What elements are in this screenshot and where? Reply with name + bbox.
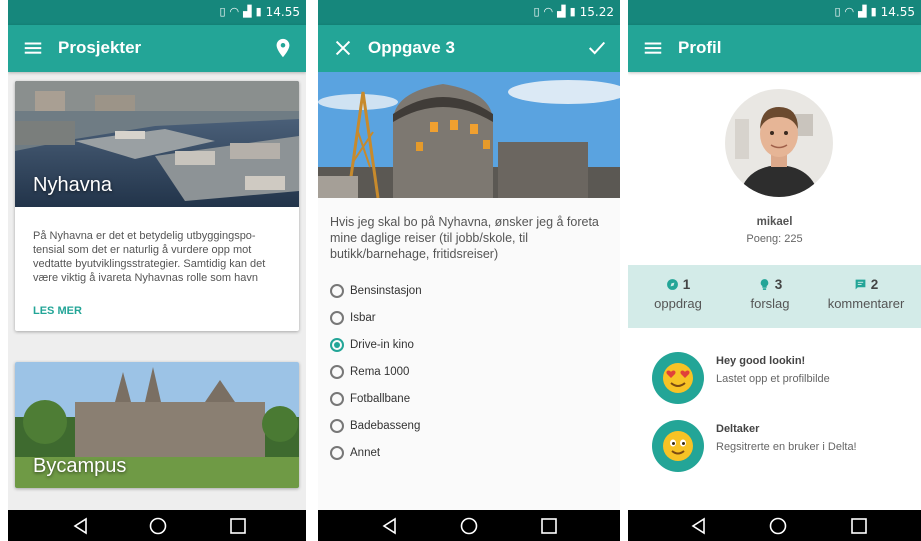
option-isbar[interactable]: Isbar	[330, 304, 422, 331]
question-text: Hvis jeg skal bo på Nyhavna, ønsker jeg …	[330, 215, 599, 261]
back-icon[interactable]	[380, 516, 400, 536]
check-icon[interactable]	[586, 37, 608, 59]
option-fotballbane[interactable]: Fotballbane	[330, 385, 422, 412]
lightbulb-icon	[760, 279, 768, 290]
page-title: Profil	[678, 38, 722, 57]
option-badebasseng[interactable]: Badebasseng	[330, 412, 422, 439]
achievement-title: Hey good lookin!	[716, 355, 806, 367]
system-nav-bar	[8, 510, 306, 541]
home-icon[interactable]	[148, 516, 168, 536]
recents-icon[interactable]	[228, 516, 248, 536]
home-icon[interactable]	[768, 516, 788, 536]
menu-icon[interactable]	[642, 37, 664, 59]
status-bar: ▯ ◠ ▟ ▮ 15.22	[318, 0, 620, 25]
username: mikael	[756, 216, 793, 228]
home-icon[interactable]	[459, 516, 479, 536]
battery-icon: ▮	[255, 5, 262, 18]
comment-icon	[855, 279, 866, 290]
close-icon[interactable]	[332, 37, 354, 59]
signal-icon: ▟	[243, 5, 252, 18]
back-icon[interactable]	[689, 516, 709, 536]
signal-icon: ▟	[858, 5, 867, 18]
status-bar: ▯ ◠ ▟ ▮ 14.55	[8, 0, 306, 25]
radio-button[interactable]	[330, 391, 344, 406]
stat-suggestions[interactable]: 3 forslag	[740, 277, 800, 311]
signal-icon: ▟	[557, 5, 566, 18]
vibrate-icon: ▯	[533, 5, 540, 18]
option-annet[interactable]: Annet	[330, 439, 422, 466]
projects-screen: ▯ ◠ ▟ ▮ 14.55 Prosjekter Nyhavna På Nyha…	[8, 0, 306, 541]
clock: 14.55	[880, 5, 915, 19]
status-bar: ▯ ◠ ▟ ▮ 14.55	[628, 0, 921, 25]
profile-screen: ▯ ◠ ▟ ▮ 14.55 Profil mikael Poeng: 225 1…	[628, 0, 921, 541]
vibrate-icon: ▯	[219, 5, 226, 18]
achievement-title: Deltaker	[716, 423, 760, 435]
back-icon[interactable]	[71, 516, 91, 536]
wifi-icon: ◠	[229, 5, 240, 18]
radio-button[interactable]	[330, 445, 344, 460]
achievement-description: Lastet opp et profilbilde	[716, 373, 830, 385]
recents-icon[interactable]	[539, 516, 559, 536]
page-title: Oppgave 3	[368, 38, 455, 57]
battery-icon: ▮	[569, 5, 576, 18]
menu-icon[interactable]	[22, 37, 44, 59]
option-drive-in-kino[interactable]: Drive-in kino	[330, 331, 422, 358]
app-bar: Oppgave 3	[318, 25, 620, 72]
project-image-harbor: Nyhavna	[15, 81, 299, 207]
project-image-campus: Bycampus	[15, 362, 299, 488]
radio-button-selected[interactable]	[330, 337, 344, 352]
card-description: På Nyhavna er det et betydelig utbygging…	[33, 230, 267, 287]
system-nav-bar	[628, 510, 921, 541]
vibrate-icon: ▯	[834, 5, 841, 18]
app-bar: Prosjekter	[8, 25, 306, 72]
clock: 14.55	[265, 5, 300, 19]
achievement-item[interactable]: Deltaker Regsitrerte en bruker i Delta!	[628, 420, 921, 480]
wifi-icon: ◠	[844, 5, 855, 18]
radio-button[interactable]	[330, 364, 344, 379]
battery-icon: ▮	[870, 5, 877, 18]
page-title: Prosjekter	[58, 38, 142, 57]
project-card-nyhavna[interactable]: Nyhavna På Nyhavna er det et betydelig u…	[15, 81, 299, 331]
card-title: Bycampus	[33, 455, 127, 477]
card-title: Nyhavna	[33, 174, 112, 196]
app-bar: Profil	[628, 25, 921, 72]
stats-bar: 1 oppdrag 3 forslag 2 kommentarer	[628, 265, 921, 328]
avatar[interactable]	[725, 89, 833, 197]
wifi-icon: ◠	[543, 5, 554, 18]
option-rema-1000[interactable]: Rema 1000	[330, 358, 422, 385]
achievement-item[interactable]: Hey good lookin! Lastet opp et profilbil…	[628, 352, 921, 412]
read-more-link[interactable]: LES MER	[15, 287, 299, 331]
compass-icon	[666, 279, 678, 290]
answer-options: Bensinstasjon Isbar Drive-in kino Rema 1…	[330, 277, 422, 466]
radio-button[interactable]	[330, 310, 344, 325]
system-nav-bar	[318, 510, 620, 541]
task-image-tower	[318, 72, 620, 198]
recents-icon[interactable]	[849, 516, 869, 536]
clock: 15.22	[579, 5, 614, 19]
achievement-description: Regsitrerte en bruker i Delta!	[716, 441, 857, 453]
points: Poeng: 225	[746, 233, 803, 245]
heart-eyes-emoji-icon	[652, 352, 704, 404]
project-card-bycampus[interactable]: Bycampus	[15, 362, 299, 488]
stat-comments[interactable]: 2 kommentarer	[821, 277, 911, 311]
location-pin-icon[interactable]	[272, 37, 294, 59]
radio-button[interactable]	[330, 418, 344, 433]
radio-button[interactable]	[330, 283, 344, 298]
option-bensinstasjon[interactable]: Bensinstasjon	[330, 277, 422, 304]
smiley-emoji-icon	[652, 420, 704, 472]
task-screen: ▯ ◠ ▟ ▮ 15.22 Oppgave 3 Hvis jeg skal bo…	[318, 0, 620, 541]
stat-missions[interactable]: 1 oppdrag	[650, 277, 706, 311]
